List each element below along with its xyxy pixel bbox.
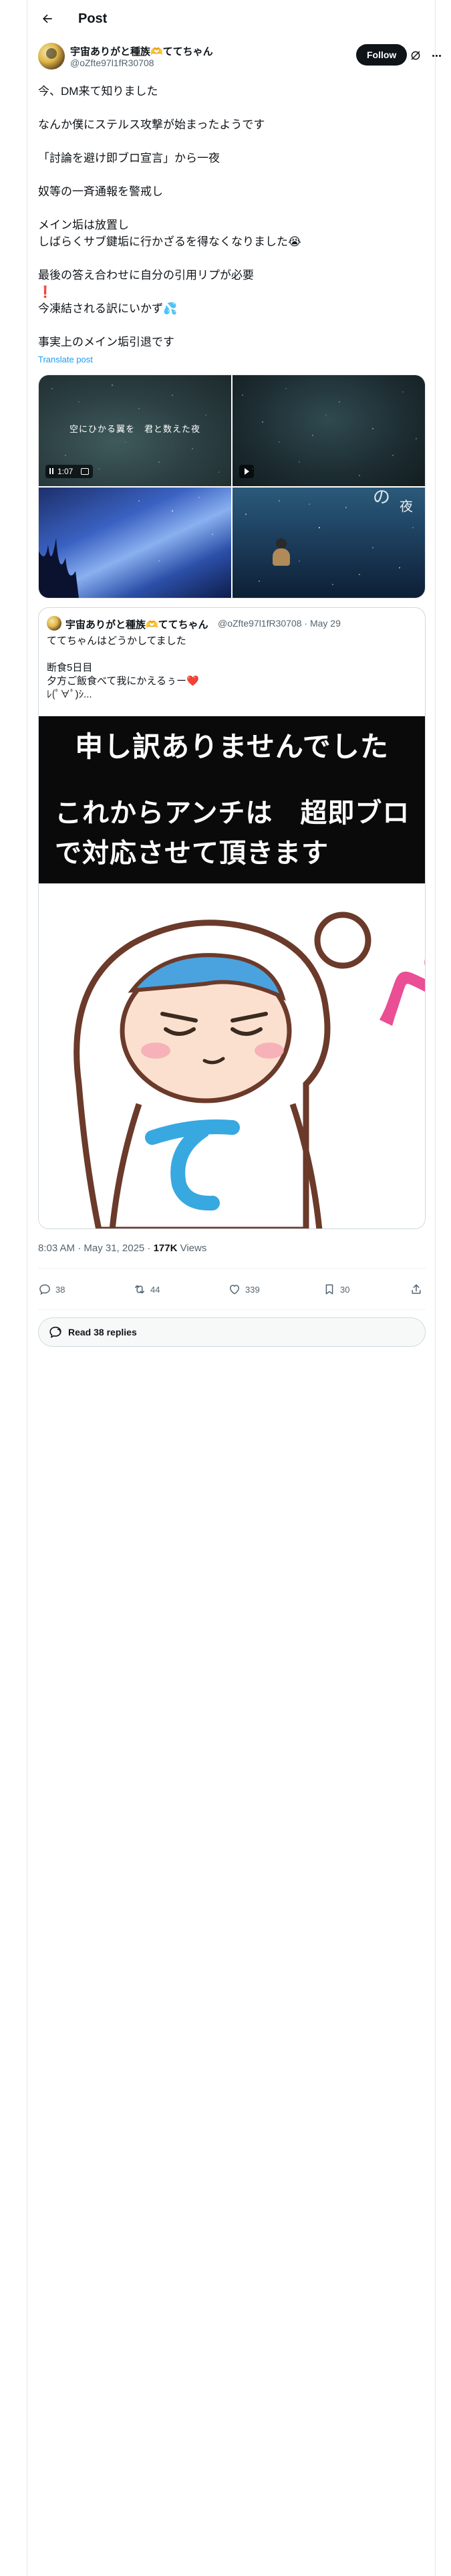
column-border-right — [435, 0, 436, 2576]
image-thumbnail-4[interactable]: の 夜 — [233, 487, 425, 598]
quoted-avatar — [47, 616, 61, 631]
post-line: 奴等の一斉通報を警戒し — [38, 185, 163, 198]
video-thumbnail-1[interactable]: 空にひかる翼を 君と数えた夜 1:07 — [39, 375, 231, 486]
bookmark-count: 30 — [340, 1284, 350, 1295]
video-thumbnail-2[interactable] — [233, 375, 425, 486]
captions-icon — [81, 467, 90, 475]
views-count: 177K — [153, 1243, 178, 1254]
post-text: 今、DM来て知りました なんか僕にステルス攻撃が始まったようです 「討論を避け即… — [38, 83, 426, 350]
image-banner: 申し訳ありませんでした これからアンチは 超即ブロ で対応させて頂きます — [39, 716, 425, 883]
post-column: Post 宇宙ありがと種族🫶ててちゃん @oZfte97l1fR30708 Fo… — [27, 0, 441, 2576]
stars-decoration — [242, 388, 417, 476]
stars-decoration — [245, 500, 414, 585]
speech-bubble-icon — [49, 1326, 61, 1338]
post-line: 最後の答え合わせに自分の引用リプが必要 — [38, 269, 254, 282]
like-button[interactable]: 339 — [228, 1283, 260, 1296]
repost-count: 44 — [150, 1284, 160, 1295]
views-label: Views — [177, 1243, 207, 1254]
follow-button[interactable]: Follow — [356, 44, 408, 66]
quoted-post[interactable]: 宇宙ありがと種族🫶ててちゃん @oZfte97l1fR30708 · May 2… — [38, 607, 426, 1229]
back-button[interactable] — [35, 7, 59, 31]
quoted-text: ててちゃんはどうかしてました 断食5日目 夕方ご飯食べて我にかえるぅー❤️ ﾚ(… — [47, 635, 418, 702]
post-line: 事実上のメイン垢引退です — [38, 336, 174, 348]
reply-button[interactable]: 38 — [38, 1283, 65, 1296]
quoted-image[interactable]: 申し訳ありませんでした これからアンチは 超即ブロ で対応させて頂きます ペコ — [39, 716, 425, 1228]
post-line: メイン垢は放置し — [38, 219, 129, 231]
author-row: 宇宙ありがと種族🫶ててちゃん @oZfte97l1fR30708 Follow — [38, 43, 441, 75]
quoted-line: ﾚ(ﾟ∀ﾟ)ｼ... — [47, 689, 92, 700]
image-text-line: で対応させて頂きます — [55, 839, 329, 868]
video-duration: 1:07 — [57, 466, 73, 476]
back-arrow-icon — [43, 14, 52, 23]
share-button[interactable] — [410, 1283, 423, 1296]
quoted-line: 夕方ご飯食べて我にかえるぅー❤️ — [47, 675, 199, 687]
divider — [38, 1309, 426, 1310]
post-line: 今、DM来て知りました — [38, 85, 158, 98]
bookmark-icon — [325, 1284, 333, 1295]
overlay-char: の — [372, 487, 390, 508]
person-silhouette — [273, 538, 290, 566]
post-line: ❗ — [38, 286, 53, 298]
play-icon[interactable] — [239, 464, 254, 478]
pause-icon — [49, 468, 53, 474]
author-name[interactable]: 宇宙ありがと種族🫶ててちゃん — [70, 44, 213, 58]
quoted-line: 断食5日目 — [47, 662, 93, 673]
bookmark-button[interactable]: 30 — [323, 1283, 349, 1296]
read-replies-button[interactable]: Read 38 replies — [38, 1317, 426, 1347]
reply-icon — [39, 1284, 50, 1295]
heart-icon — [230, 1285, 239, 1295]
overlay-char: 夜 — [400, 498, 413, 514]
media-grid: 空にひかる翼を 君と数えた夜 1:07 の 夜 — [38, 374, 426, 599]
video-caption: 空にひかる翼を 君と数えた夜 — [69, 424, 200, 434]
quoted-author-name: 宇宙ありがと種族🫶ててちゃん — [65, 619, 208, 631]
image-text-line: 申し訳ありませんでした — [75, 731, 389, 762]
avatar[interactable] — [38, 43, 65, 70]
post-line: しばらくサブ鍵垢に行かざるを得なくなりました😭 — [38, 235, 301, 248]
post-line: 「討論を避け即ブロ宣言」から一夜 — [38, 152, 220, 165]
action-bar: 38 44 339 30 — [38, 1279, 426, 1303]
retweet-icon — [135, 1285, 144, 1294]
stars-decoration — [138, 496, 213, 562]
image-thumbnail-3[interactable] — [39, 487, 231, 598]
grok-icon[interactable] — [410, 49, 422, 62]
reply-count: 38 — [55, 1284, 65, 1295]
quoted-line: ててちゃんはどうかしてました — [47, 635, 186, 647]
time-date: 8:03 AM · May 31, 2025 · — [38, 1243, 154, 1254]
quoted-handle-date: @oZfte97l1fR30708 · May 29 — [218, 618, 341, 629]
post-timestamp[interactable]: 8:03 AM · May 31, 2025 · 177K Views — [38, 1243, 206, 1254]
post-line: なんか僕にステルス攻撃が始まったようです — [38, 118, 265, 131]
read-replies-label: Read 38 replies — [68, 1327, 137, 1337]
post-line: 今凍結される訳にいかず💦 — [38, 302, 178, 315]
translate-post-link[interactable]: Translate post — [38, 354, 93, 364]
page-title: Post — [78, 11, 108, 26]
image-text-line: これからアンチは 超即ブロ — [55, 798, 410, 828]
more-icon[interactable] — [430, 49, 443, 62]
top-bar: Post — [27, 0, 435, 37]
share-icon — [412, 1284, 421, 1294]
author-handle[interactable]: @oZfte97l1fR30708 — [70, 58, 154, 68]
like-count: 339 — [245, 1284, 260, 1295]
divider — [38, 1268, 426, 1269]
repost-button[interactable]: 44 — [133, 1283, 160, 1296]
video-duration-badge[interactable]: 1:07 — [45, 464, 94, 478]
